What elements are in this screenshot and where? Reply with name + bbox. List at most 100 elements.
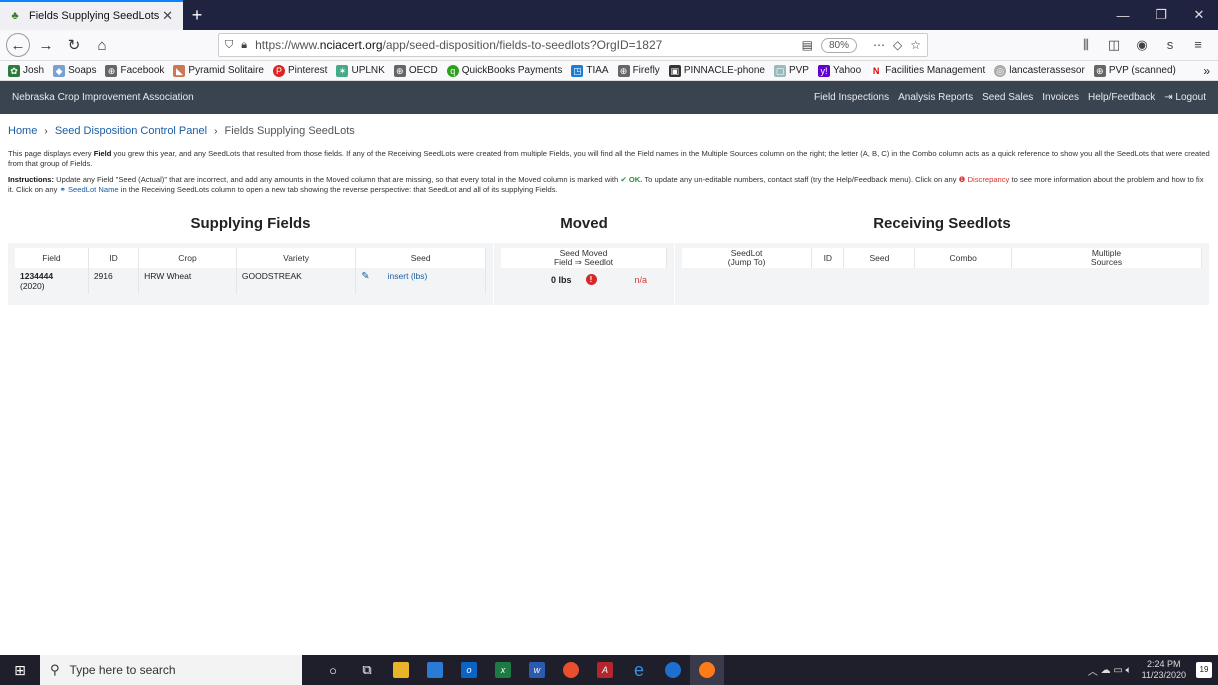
moved-status: n/a xyxy=(634,274,648,285)
pocket-icon[interactable]: ◇ xyxy=(893,38,902,52)
shield-icon[interactable]: ⛉ xyxy=(225,39,233,52)
menu-seed-sales[interactable]: Seed Sales xyxy=(982,92,1033,103)
chrome-icon[interactable] xyxy=(554,655,588,685)
bookmark-item[interactable]: ⊕ Facebook xyxy=(105,64,164,77)
window-controls: — ❐ ✕ xyxy=(1104,0,1218,30)
cloud-icon[interactable]: ☁ xyxy=(1101,665,1111,676)
clock[interactable]: 2:24 PM 11/23/2020 xyxy=(1142,659,1186,681)
reader-view-icon[interactable]: ▤ xyxy=(802,38,813,52)
receiving-seedlots-heading: Receiving Seedlots xyxy=(675,205,1209,243)
browser-tab[interactable]: ♣ Fields Supplying SeedLots ✕ xyxy=(0,0,183,30)
bookmark-item[interactable]: N Facilities Management xyxy=(870,64,985,77)
tab-strip: ♣ Fields Supplying SeedLots ✕ + — ❐ ✕ xyxy=(0,0,1218,30)
sidebar-icon[interactable]: ◫ xyxy=(1100,37,1128,53)
leaf-icon: ♣ xyxy=(11,10,19,22)
network-icon[interactable]: ▭ xyxy=(1113,665,1122,676)
table-row: 1234444 (2020) 2916 HRW Wheat GOODSTREAK … xyxy=(15,268,486,294)
menu-field-inspections[interactable]: Field Inspections xyxy=(814,92,889,103)
library-icon[interactable]: ⫼ xyxy=(1072,37,1100,53)
close-window-icon[interactable]: ✕ xyxy=(1180,0,1218,30)
logout-button[interactable]: ⇥ Logout xyxy=(1164,92,1206,103)
file-explorer-icon[interactable] xyxy=(384,655,418,685)
reload-icon[interactable]: ↻ xyxy=(62,33,86,57)
instructions-paragraph: Instructions: Update any Field "Seed (Ac… xyxy=(8,175,1204,194)
task-view-icon[interactable]: ⧉ xyxy=(350,655,384,685)
discrepancy-link[interactable]: ❶ Discrepancy xyxy=(959,175,1010,184)
minimize-icon[interactable]: — xyxy=(1104,0,1142,30)
close-tab-icon[interactable]: ✕ xyxy=(160,8,175,24)
mail-app-icon[interactable] xyxy=(418,655,452,685)
bookmark-star-icon[interactable]: ☆ xyxy=(910,38,921,52)
windows-start-icon[interactable]: ⊞ xyxy=(0,662,40,679)
cortana-icon[interactable]: ○ xyxy=(316,655,350,685)
col-id: ID xyxy=(88,248,140,268)
col-seed: Seed xyxy=(843,248,916,268)
volume-icon[interactable]: 🔈︎ xyxy=(1126,665,1132,676)
notification-icon[interactable]: 19 xyxy=(1196,662,1212,678)
internet-explorer-icon[interactable]: e xyxy=(622,655,656,685)
excel-icon[interactable]: x xyxy=(486,655,520,685)
page-actions-icon[interactable]: ⋯ xyxy=(873,38,885,52)
nav-bar: ← → ↻ ⌂ ⛉ 🔒︎ https://www.nciacert.org/ap… xyxy=(0,30,1218,61)
tab-title: Fields Supplying SeedLots xyxy=(29,10,160,22)
system-tray: ︿ ☁ ▭ 🔈︎ 2:24 PM 11/23/2020 19 xyxy=(1088,659,1218,681)
taskbar-search[interactable]: ⚲ Type here to search xyxy=(40,655,302,685)
bookmark-item[interactable]: ✿ Josh xyxy=(8,64,44,77)
bookmarks-overflow-icon[interactable]: » xyxy=(1203,64,1210,78)
menu-invoices[interactable]: Invoices xyxy=(1042,92,1079,103)
seedlot-name-link[interactable]: ⚭ SeedLot Name xyxy=(60,185,119,194)
lock-icon[interactable]: 🔒︎ xyxy=(241,39,247,52)
forward-icon[interactable]: → xyxy=(34,33,58,57)
bookmark-item[interactable]: ◳ TIAA xyxy=(571,64,609,77)
brand-name[interactable]: Nebraska Crop Improvement Association xyxy=(12,92,814,103)
bookmark-item[interactable]: ▢ PVP xyxy=(773,64,809,77)
bookmark-item[interactable]: ◣ Pyramid Solitaire xyxy=(173,64,264,77)
variety-cell: GOODSTREAK xyxy=(236,268,357,294)
bookmark-item[interactable]: ✶ UPLNK xyxy=(336,64,385,77)
tray-chevron-icon[interactable]: ︿ xyxy=(1088,663,1098,678)
discrepancy-icon[interactable]: ! xyxy=(585,274,597,285)
bookmark-item[interactable]: ⊕ PVP (scanned) xyxy=(1093,64,1176,77)
outlook-icon[interactable]: o xyxy=(452,655,486,685)
app-header: Nebraska Crop Improvement Association Fi… xyxy=(0,81,1218,114)
url-text[interactable]: https://www.nciacert.org/app/seed-dispos… xyxy=(255,38,794,52)
breadcrumb-panel[interactable]: Seed Disposition Control Panel xyxy=(55,125,207,137)
new-tab-button[interactable]: + xyxy=(183,0,211,30)
firefox-icon[interactable] xyxy=(690,655,724,685)
col-variety: Variety xyxy=(236,248,357,268)
menu-help-feedback[interactable]: Help/Feedback xyxy=(1088,92,1155,103)
breadcrumb-home[interactable]: Home xyxy=(8,125,37,137)
back-icon[interactable]: ← xyxy=(6,33,30,57)
col-seedlot: SeedLot (Jump To) xyxy=(682,248,813,268)
access-icon[interactable]: A xyxy=(588,655,622,685)
breadcrumb-current: Fields Supplying SeedLots xyxy=(224,125,355,137)
supplying-fields-table: Field ID Crop Variety Seed 1234444 (2020)… xyxy=(15,248,486,294)
restore-icon[interactable]: ❐ xyxy=(1142,0,1180,30)
field-cell: 1234444 (2020) xyxy=(15,268,89,294)
menu-icon[interactable]: ≡ xyxy=(1184,37,1212,53)
edge-icon[interactable] xyxy=(656,655,690,685)
bookmark-item[interactable]: y! Yahoo xyxy=(817,64,861,77)
bookmark-item[interactable]: ◎ lancasterassesor xyxy=(994,64,1085,77)
col-seed-moved: Seed Moved Field ⇒ Seedlot xyxy=(501,248,667,268)
extension-icon[interactable]: s xyxy=(1156,37,1184,53)
receiving-seedlots-panel: Receiving Seedlots SeedLot (Jump To) ID S… xyxy=(675,205,1210,305)
insert-seed-link[interactable]: insert (lbs) xyxy=(388,271,428,281)
edit-pencil-icon[interactable]: ✎ xyxy=(361,271,369,282)
zoom-indicator[interactable]: 80% xyxy=(820,37,857,53)
col-crop: Crop xyxy=(138,248,237,268)
bookmark-item[interactable]: ⊕ Firefly xyxy=(617,64,660,77)
bookmark-item[interactable]: P Pinterest xyxy=(273,64,327,77)
bookmark-item[interactable]: ⊕ OECD xyxy=(393,64,438,77)
word-icon[interactable]: w xyxy=(520,655,554,685)
bookmark-item[interactable]: ◆ Soaps xyxy=(53,64,96,77)
bookmark-item[interactable]: ▣ PINNACLE-phone xyxy=(668,64,765,77)
moved-heading: Moved xyxy=(494,205,674,243)
account-icon[interactable]: ◉ xyxy=(1128,37,1156,53)
bookmark-item[interactable]: q QuickBooks Payments xyxy=(446,64,562,77)
col-id: ID xyxy=(811,248,845,268)
address-bar[interactable]: ⛉ 🔒︎ https://www.nciacert.org/app/seed-d… xyxy=(218,33,928,57)
menu-analysis-reports[interactable]: Analysis Reports xyxy=(898,92,973,103)
home-icon[interactable]: ⌂ xyxy=(90,33,114,57)
intro-paragraph: This page displays every Field you grew … xyxy=(8,149,1210,168)
